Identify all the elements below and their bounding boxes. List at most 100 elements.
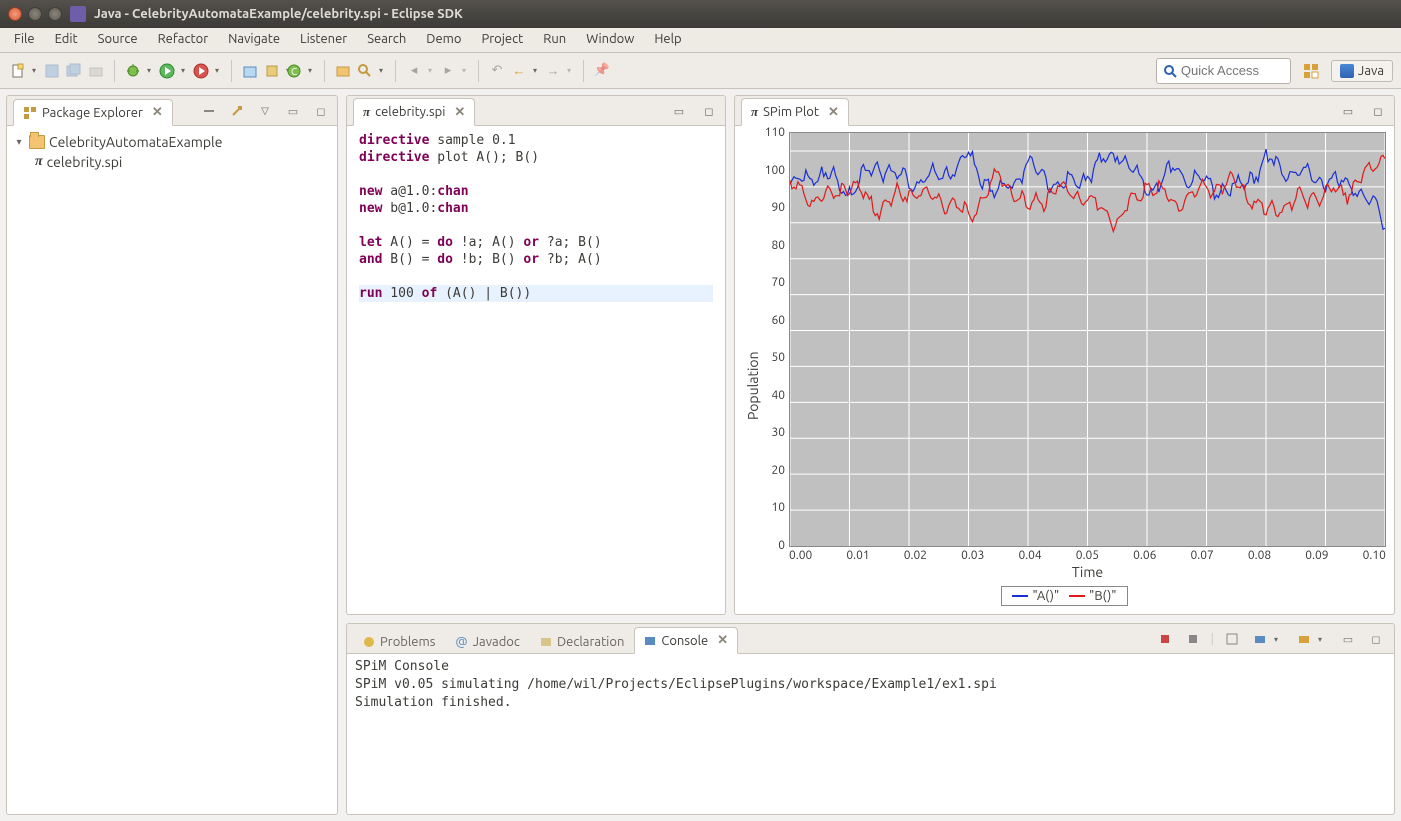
spim-plot-icon: π <box>751 104 758 120</box>
menu-project[interactable]: Project <box>471 28 533 52</box>
menu-demo[interactable]: Demo <box>416 28 471 52</box>
problems-tab[interactable]: Problems <box>353 629 445 654</box>
last-edit-location-button[interactable]: ↶ <box>487 61 507 81</box>
menu-refactor[interactable]: Refactor <box>148 28 219 52</box>
menu-window[interactable]: Window <box>576 28 644 52</box>
file-node[interactable]: π celebrity.spi <box>11 152 333 172</box>
spim-plot-close-icon[interactable]: ✕ <box>828 105 839 120</box>
package-explorer-close-icon[interactable]: ✕ <box>152 105 163 120</box>
declaration-icon <box>540 636 552 648</box>
display-selected-console-button[interactable] <box>1250 629 1270 649</box>
console-icon <box>644 635 656 647</box>
minimize-console-button[interactable]: ▭ <box>1338 629 1358 649</box>
window-titlebar: Java - CelebrityAutomataExample/celebrit… <box>0 0 1401 28</box>
console-line: SPiM Console <box>355 658 1386 676</box>
run-button[interactable] <box>157 61 177 81</box>
minimize-view-button[interactable]: ▭ <box>283 101 303 121</box>
new-wizard-button[interactable] <box>8 61 28 81</box>
terminate-button[interactable] <box>1155 629 1175 649</box>
console-line: SPiM v0.05 simulating /home/wil/Projects… <box>355 676 1386 694</box>
expand-toggle-icon[interactable]: ▾ <box>13 136 25 148</box>
new-java-project-button[interactable] <box>240 61 260 81</box>
console-tab[interactable]: Console ✕ <box>634 627 738 654</box>
window-title: Java - CelebrityAutomataExample/celebrit… <box>94 7 463 21</box>
legend-item-a: "A()" <box>1012 589 1059 603</box>
project-folder-icon <box>29 135 45 149</box>
project-node[interactable]: ▾ CelebrityAutomataExample <box>11 132 333 152</box>
chart-legend: "A()" "B()" <box>743 580 1386 606</box>
pin-editor-button[interactable]: 📌 <box>592 61 612 81</box>
package-explorer-tab[interactable]: Package Explorer ✕ <box>13 99 173 126</box>
workspace: Package Explorer ✕ ▽ ▭ ◻ ▾ CelebrityAuto… <box>0 89 1401 821</box>
maximize-editor-button[interactable]: ◻ <box>699 101 719 121</box>
chart-xticks: 0.000.010.020.030.040.050.060.070.080.09… <box>789 547 1386 562</box>
quick-access-field[interactable] <box>1156 58 1291 84</box>
nav-forward-button[interactable]: → <box>543 61 563 81</box>
remove-launch-button[interactable] <box>1183 629 1203 649</box>
menu-edit[interactable]: Edit <box>45 28 88 52</box>
menu-listener[interactable]: Listener <box>290 28 357 52</box>
console-line: Simulation finished. <box>355 694 1386 712</box>
javadoc-tab[interactable]: @ Javadoc <box>445 629 530 654</box>
package-explorer-panel: Package Explorer ✕ ▽ ▭ ◻ ▾ CelebrityAuto… <box>6 95 338 815</box>
clear-console-button[interactable] <box>1222 629 1242 649</box>
quick-access-input[interactable] <box>1181 63 1284 78</box>
java-perspective-icon <box>1340 64 1354 78</box>
menu-navigate[interactable]: Navigate <box>218 28 290 52</box>
chart-canvas[interactable] <box>789 132 1386 547</box>
menu-run[interactable]: Run <box>533 28 576 52</box>
link-with-editor-button[interactable] <box>227 101 247 121</box>
search-button[interactable] <box>355 61 375 81</box>
menu-source[interactable]: Source <box>88 28 148 52</box>
menu-search[interactable]: Search <box>357 28 416 52</box>
spim-plot-tab-label: SPim Plot <box>763 105 819 119</box>
run-last-button[interactable] <box>191 61 211 81</box>
java-perspective-button[interactable]: Java <box>1331 60 1393 82</box>
chart-container: Population 1101009080706050403020100 0.0… <box>735 126 1394 614</box>
minimize-plot-button[interactable]: ▭ <box>1338 101 1358 121</box>
open-perspective-button[interactable] <box>1301 61 1321 81</box>
menu-file[interactable]: File <box>4 28 45 52</box>
console-output[interactable]: SPiM Console SPiM v0.05 simulating /home… <box>347 654 1394 814</box>
chart-yticks: 1101009080706050403020100 <box>763 132 789 580</box>
minimize-editor-button[interactable]: ▭ <box>669 101 689 121</box>
editor-tab-close-icon[interactable]: ✕ <box>454 105 465 120</box>
new-class-button[interactable]: C <box>284 61 304 81</box>
editor-tab-label: celebrity.spi <box>375 105 445 119</box>
console-tab-close-icon[interactable]: ✕ <box>717 633 728 648</box>
console-panel: Problems @ Javadoc Declaration Console ✕… <box>346 623 1395 815</box>
save-button[interactable] <box>42 61 62 81</box>
nav-annotation-prev-button[interactable]: ◂ <box>404 61 424 81</box>
save-all-button[interactable] <box>64 61 84 81</box>
print-button[interactable] <box>86 61 106 81</box>
spi-file-icon: π <box>363 104 370 120</box>
maximize-console-button[interactable]: ◻ <box>1366 629 1386 649</box>
svg-text:C: C <box>291 66 297 77</box>
spim-plot-tab[interactable]: π SPim Plot ✕ <box>741 98 849 126</box>
declaration-tab[interactable]: Declaration <box>530 629 634 654</box>
problems-icon <box>363 636 375 648</box>
open-console-button[interactable] <box>1294 629 1314 649</box>
debug-button[interactable] <box>123 61 143 81</box>
new-package-button[interactable] <box>262 61 282 81</box>
nav-back-button[interactable]: ← <box>509 61 529 81</box>
chart-ylabel: Population <box>743 132 763 580</box>
menubar: File Edit Source Refactor Navigate Liste… <box>0 28 1401 53</box>
code-editor[interactable]: directive sample 0.1 directive plot A();… <box>347 126 725 614</box>
main-toolbar: C ◂ ▸ ↶ ← → 📌 Java <box>0 53 1401 89</box>
window-minimize-button[interactable] <box>28 7 42 21</box>
nav-annotation-next-button[interactable]: ▸ <box>438 61 458 81</box>
collapse-all-button[interactable] <box>199 101 219 121</box>
window-close-button[interactable] <box>8 7 22 21</box>
view-menu-button[interactable]: ▽ <box>255 101 275 121</box>
package-explorer-tree[interactable]: ▾ CelebrityAutomataExample π celebrity.s… <box>7 126 337 178</box>
spim-plot-panel: π SPim Plot ✕ ▭ ◻ Population 11010090807… <box>734 95 1395 615</box>
package-explorer-title: Package Explorer <box>42 106 143 120</box>
maximize-plot-button[interactable]: ◻ <box>1368 101 1388 121</box>
maximize-view-button[interactable]: ◻ <box>311 101 331 121</box>
open-type-button[interactable] <box>333 61 353 81</box>
editor-tab[interactable]: π celebrity.spi ✕ <box>353 98 475 126</box>
window-maximize-button[interactable] <box>48 7 62 21</box>
javadoc-icon: @ <box>455 635 467 649</box>
menu-help[interactable]: Help <box>644 28 691 52</box>
